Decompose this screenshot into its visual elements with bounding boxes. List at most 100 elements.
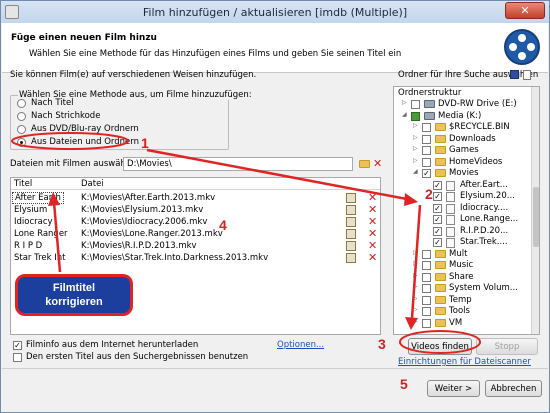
row-title[interactable]: Lone Ranger: [14, 229, 68, 239]
row-file: K:\Movies\Elysium.2013.mkv: [81, 205, 204, 215]
row-file: K:\Movies\Idiocracy.2006.mkv: [81, 217, 208, 227]
expand-icon[interactable]: ◢: [413, 168, 418, 175]
tree-checkbox[interactable]: [422, 123, 431, 132]
callout-line-1: Filmtitel: [52, 282, 96, 294]
tree-checkbox[interactable]: [411, 100, 420, 109]
remove-icon[interactable]: ✕: [368, 204, 377, 215]
edit-icon[interactable]: [346, 253, 356, 263]
tree-checkbox[interactable]: [422, 134, 431, 144]
row-title[interactable]: Star Trek Int: [14, 253, 65, 263]
tree-checkbox[interactable]: [422, 146, 431, 155]
edit-icon[interactable]: [346, 241, 356, 251]
row-title[interactable]: After Earth: [12, 192, 64, 204]
tree-checkbox[interactable]: [422, 272, 431, 282]
expand-icon[interactable]: ▷: [413, 157, 418, 164]
radio-button-selected[interactable]: [17, 138, 26, 147]
expand-icon[interactable]: ▷: [413, 249, 418, 256]
edit-icon[interactable]: [346, 205, 356, 215]
download-info-checkbox[interactable]: ✓: [13, 341, 22, 350]
row-file: K:\Movies\R.I.P.D.2013.mkv: [81, 241, 197, 251]
expand-icon[interactable]: ▷: [413, 295, 418, 302]
tree-checkbox[interactable]: ✓: [422, 169, 431, 178]
tree-checkbox[interactable]: [422, 318, 431, 328]
tree-item-label: Movies: [449, 168, 479, 178]
expand-icon[interactable]: ▷: [413, 134, 418, 141]
edit-icon[interactable]: [346, 193, 356, 203]
scrollbar-thumb[interactable]: [533, 187, 539, 247]
expand-icon[interactable]: ▷: [413, 318, 418, 325]
tree-item-label: Star.Trek....: [460, 237, 508, 247]
tree-checkbox[interactable]: [422, 295, 431, 305]
header-subtext: Wählen Sie eine Methode für das Hinzufüg…: [29, 49, 402, 59]
tree-checkbox[interactable]: [422, 284, 431, 293]
tree-checkbox[interactable]: [411, 111, 420, 121]
row-title[interactable]: R I P D: [14, 241, 42, 251]
next-button[interactable]: Weiter >: [427, 380, 480, 397]
tree-checkbox[interactable]: ✓: [433, 215, 442, 224]
method-intro: Sie können Film(e) auf verschiedenen Wei…: [10, 70, 257, 80]
expand-icon[interactable]: ◢: [402, 111, 407, 118]
tree-checkbox[interactable]: ✓: [433, 226, 442, 236]
options-link[interactable]: Optionen...: [277, 340, 324, 350]
folder-icon: [435, 284, 446, 292]
list-header: Titel Datei: [11, 178, 380, 190]
file-icon: [446, 226, 455, 237]
table-row[interactable]: Idiocracy K:\Movies\Idiocracy.2006.mkv ✕: [11, 216, 380, 228]
table-row[interactable]: R I P D K:\Movies\R.I.P.D.2013.mkv ✕: [11, 240, 380, 252]
edit-icon[interactable]: [346, 217, 356, 227]
tree-checkbox[interactable]: [422, 307, 431, 316]
row-title[interactable]: Elysium: [14, 205, 47, 215]
remove-icon[interactable]: ✕: [368, 192, 377, 203]
expand-icon[interactable]: ▷: [413, 260, 418, 267]
scroll-up-icon[interactable]: [523, 70, 531, 80]
remove-icon[interactable]: ✕: [368, 240, 377, 251]
expand-icon[interactable]: ▷: [413, 283, 418, 290]
tree-checkbox[interactable]: ✓: [433, 203, 442, 213]
save-icon[interactable]: [510, 70, 519, 79]
radio-button[interactable]: [17, 112, 26, 121]
tree-item-label: Downloads: [449, 133, 496, 144]
tree-checkbox[interactable]: ✓: [433, 192, 442, 201]
tree-checkbox[interactable]: [422, 249, 431, 259]
folder-tree[interactable]: Ordnerstruktur ▷ DVD-RW Drive (E:) ◢ Media …: [393, 86, 540, 335]
tree-checkbox[interactable]: [422, 157, 431, 167]
radio-label: Aus Dateien und Ordnern: [31, 137, 139, 147]
expand-icon[interactable]: ▷: [413, 272, 418, 279]
remove-icon[interactable]: ✕: [368, 228, 377, 239]
row-file: K:\Movies\After.Earth.2013.mkv: [81, 193, 216, 203]
tree-item-label: Music: [449, 260, 474, 270]
tree-scrollbar[interactable]: [531, 87, 539, 334]
expand-icon[interactable]: ▷: [413, 122, 418, 129]
use-first-checkbox[interactable]: [13, 353, 22, 362]
row-title[interactable]: Idiocracy: [14, 217, 53, 227]
drive-icon: [424, 111, 435, 120]
stop-button[interactable]: Stopp: [476, 338, 538, 355]
expand-icon[interactable]: ▷: [402, 99, 407, 106]
remove-icon[interactable]: ✕: [368, 252, 377, 263]
expand-icon[interactable]: ▷: [413, 145, 418, 152]
tree-item-label: Games: [449, 145, 479, 155]
step-4-label: 4: [219, 217, 227, 233]
edit-icon[interactable]: [346, 229, 356, 239]
file-icon: [446, 215, 455, 225]
radio-button[interactable]: [17, 125, 26, 134]
table-row[interactable]: Lone Ranger K:\Movies\Lone.Ranger.2013.m…: [11, 228, 380, 240]
expand-icon[interactable]: ▷: [413, 306, 418, 313]
close-button[interactable]: ✕: [505, 2, 545, 19]
table-row[interactable]: Star Trek Int K:\Movies\Star.Trek.Into.D…: [11, 252, 380, 264]
radio-button[interactable]: [17, 99, 26, 108]
find-videos-button[interactable]: Videos finden: [408, 338, 472, 355]
clear-icon[interactable]: ✕: [373, 158, 382, 169]
folder-path-input[interactable]: D:\Movies\: [123, 157, 353, 171]
tree-checkbox[interactable]: [422, 261, 431, 270]
radio-label: Aus DVD/Blu-ray Ordnern: [31, 124, 139, 134]
tree-checkbox[interactable]: ✓: [433, 238, 442, 247]
cancel-button[interactable]: Abbrechen: [485, 380, 542, 397]
scanner-settings-link[interactable]: Einrichtungen für Dateiscanner: [398, 357, 531, 367]
folder-icon: [435, 157, 446, 166]
tree-checkbox[interactable]: ✓: [433, 180, 442, 190]
table-row[interactable]: After Earth K:\Movies\After.Earth.2013.m…: [11, 192, 380, 204]
remove-icon[interactable]: ✕: [368, 216, 377, 227]
open-folder-icon[interactable]: [359, 160, 370, 168]
table-row[interactable]: Elysium K:\Movies\Elysium.2013.mkv ✕: [11, 204, 380, 216]
